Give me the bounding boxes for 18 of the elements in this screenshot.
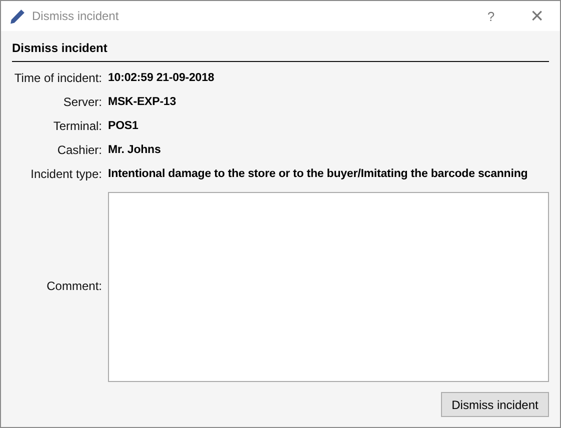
window-title: Dismiss incident [32,9,120,23]
field-label: Time of incident: [13,70,102,86]
field-value: Mr. Johns [108,143,162,158]
field-label: Server: [62,94,102,110]
field-value: MSK-EXP-13 [108,95,178,110]
dismiss-button[interactable]: Dismiss incident [441,392,549,417]
field-label: Incident type: [30,166,102,182]
close-button[interactable]: × [514,3,560,29]
comment-label: Comment: [46,278,102,294]
field-label: Terminal: [52,118,102,134]
field-value: 10:02:59 21-09-2018 [108,71,216,86]
section-heading: Dismiss incident [12,41,549,62]
field-value: POS1 [108,119,140,134]
help-button[interactable]: ? [468,8,514,24]
field-value: Intentional damage to the store or to the buyer/Imitating the barcode scanning [108,167,529,182]
field-label: Cashier: [56,142,102,158]
pencil-icon [9,8,26,24]
comment-field[interactable] [108,192,549,382]
